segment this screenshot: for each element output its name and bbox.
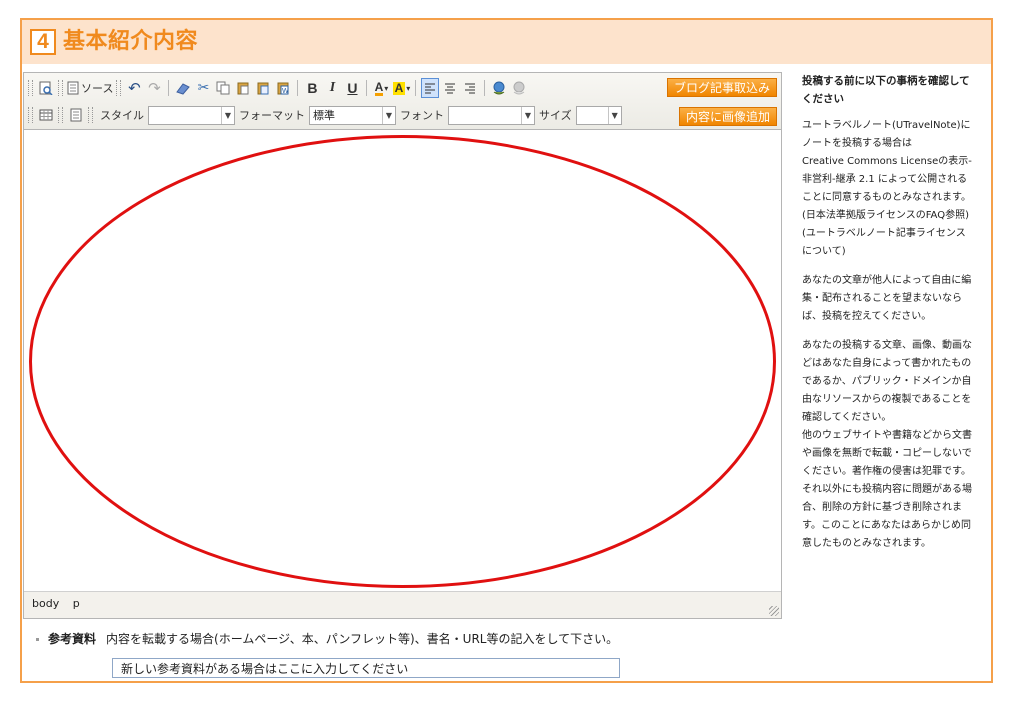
underline-button[interactable]: U — [343, 78, 361, 98]
toolbar-separator — [297, 80, 299, 96]
guidelines-text: あなたの文章が他人によって自由に編集・配布されることを望まないならば、投稿を控え… — [802, 275, 972, 322]
toolbar-grip — [88, 107, 93, 123]
toolbar-separator — [484, 80, 486, 96]
chevron-down-icon: ▼ — [607, 106, 621, 124]
guidelines-text: あなたの投稿する文章、画像、動画などはあなた自身によって書かれたものであるか、パ… — [802, 340, 972, 423]
text-color-icon: A — [374, 79, 384, 96]
size-select[interactable]: ▼ — [575, 105, 622, 125]
section-number: 4 — [30, 29, 56, 55]
bg-color-icon: A — [392, 80, 406, 95]
toolbar-separator — [366, 80, 368, 96]
reference-description: 内容を転載する場合(ホームページ、本、パンフレット等)、書名・URL等の記入をし… — [106, 632, 619, 646]
toolbar-separator — [168, 80, 170, 96]
format-label: フォーマット — [239, 109, 305, 122]
path-element-body[interactable]: body — [32, 597, 59, 610]
toolbar-grip — [58, 80, 63, 96]
guidelines-text: (日本法準拠版ライセンスのFAQ参照)(ユートラベルノート記事ライセンスについて… — [802, 210, 969, 257]
svg-text:W: W — [282, 88, 289, 95]
eraser-icon[interactable] — [174, 78, 192, 98]
size-select-value — [577, 107, 608, 124]
toolbar-grip — [116, 80, 122, 96]
copy-icon[interactable] — [214, 78, 232, 98]
path-element-p[interactable]: p — [73, 597, 80, 610]
cut-icon[interactable]: ✂ — [194, 78, 212, 98]
toolbar-grip — [28, 107, 33, 123]
rich-text-editor: ソース ↶ ↷ ✂ W B I U A ▾ A ▾ スタイル ▼ フォーマット … — [23, 72, 782, 619]
link-icon[interactable] — [490, 78, 508, 98]
source-label: ソース — [81, 82, 114, 95]
preview-icon[interactable] — [37, 78, 55, 98]
bg-color-button[interactable]: A ▾ — [392, 78, 410, 98]
guidelines-text: ユートラベルノート(UTravelNote)にノートを投稿する場合は — [802, 120, 971, 149]
redo-icon[interactable]: ↷ — [145, 78, 163, 98]
size-label: サイズ — [539, 109, 572, 122]
bold-button[interactable]: B — [303, 78, 321, 98]
reference-input[interactable] — [112, 658, 620, 678]
font-label: フォント — [400, 109, 444, 122]
font-select-value — [449, 107, 521, 124]
add-image-button[interactable]: 内容に画像追加 — [678, 107, 777, 126]
toolbar-grip — [58, 107, 63, 123]
chevron-down-icon: ▾ — [406, 83, 411, 93]
italic-button[interactable]: I — [323, 78, 341, 98]
source-icon — [67, 81, 79, 95]
source-button[interactable]: ソース — [67, 78, 113, 98]
paste-word-icon[interactable]: W — [274, 78, 292, 98]
editor-toolbar: ソース ↶ ↷ ✂ W B I U A ▾ A ▾ スタイル ▼ フォーマット … — [24, 73, 781, 129]
page-break-icon[interactable] — [67, 105, 85, 125]
toolbar-row-2: スタイル ▼ フォーマット 標準 ▼ フォント ▼ サイズ ▼ — [26, 103, 622, 127]
style-label: スタイル — [100, 109, 144, 122]
unlink-icon[interactable] — [510, 78, 528, 98]
bullet-icon — [36, 637, 39, 641]
chevron-down-icon: ▼ — [521, 106, 534, 124]
style-select-value — [149, 107, 221, 124]
paste-icon[interactable] — [234, 78, 252, 98]
section-panel: 4 基本紹介内容 ソース ↶ ↷ ✂ W B I U A ▾ A ▾ スタイル … — [20, 18, 993, 683]
chevron-down-icon: ▾ — [384, 83, 389, 93]
style-select[interactable]: ▼ — [148, 105, 235, 125]
resize-grip-icon[interactable] — [769, 606, 779, 616]
guidelines-text: 他のウェブサイトや書籍などから文書や画像を無断で転載・コピーしないでください。著… — [802, 430, 972, 477]
toolbar-separator — [415, 80, 417, 96]
toolbar-row-1: ソース ↶ ↷ ✂ W B I U A ▾ A ▾ — [26, 76, 529, 100]
align-right-icon[interactable] — [461, 78, 479, 98]
section-header: 4 基本紹介内容 — [22, 20, 991, 64]
chevron-down-icon: ▼ — [382, 106, 395, 124]
guidelines-text: Creative Commons Licenseの表示-非営利-継承 2.1 に… — [802, 156, 972, 203]
format-select[interactable]: 標準 ▼ — [309, 105, 396, 125]
guidelines-heading: 投稿する前に以下の事柄を確認してください — [802, 75, 970, 105]
paste-text-icon[interactable] — [254, 78, 272, 98]
guidelines-text: それ以外にも投稿内容に問題がある場合、削除の方針に基づき削除されます。このことに… — [802, 484, 972, 549]
editor-status-bar: body p — [24, 591, 781, 618]
reference-row: 参考資料 内容を転載する場合(ホームページ、本、パンフレット等)、書名・URL等… — [36, 630, 618, 648]
chevron-down-icon: ▼ — [221, 106, 234, 124]
align-center-icon[interactable] — [441, 78, 459, 98]
undo-icon[interactable]: ↶ — [125, 78, 143, 98]
posting-guidelines: 投稿する前に以下の事柄を確認してください ユートラベルノート(UTravelNo… — [802, 72, 974, 553]
toolbar-grip — [28, 80, 33, 96]
table-icon[interactable] — [37, 105, 55, 125]
text-color-button[interactable]: A ▾ — [372, 78, 390, 98]
blog-import-button[interactable]: ブログ記事取込み — [666, 78, 777, 97]
reference-label: 参考資料 — [48, 632, 97, 646]
section-title: 基本紹介内容 — [63, 29, 199, 54]
format-select-value: 標準 — [313, 108, 335, 122]
font-select[interactable]: ▼ — [448, 105, 535, 125]
annotation-ellipse — [29, 135, 776, 588]
editor-content-area[interactable] — [24, 129, 781, 593]
align-left-icon[interactable] — [421, 78, 440, 98]
